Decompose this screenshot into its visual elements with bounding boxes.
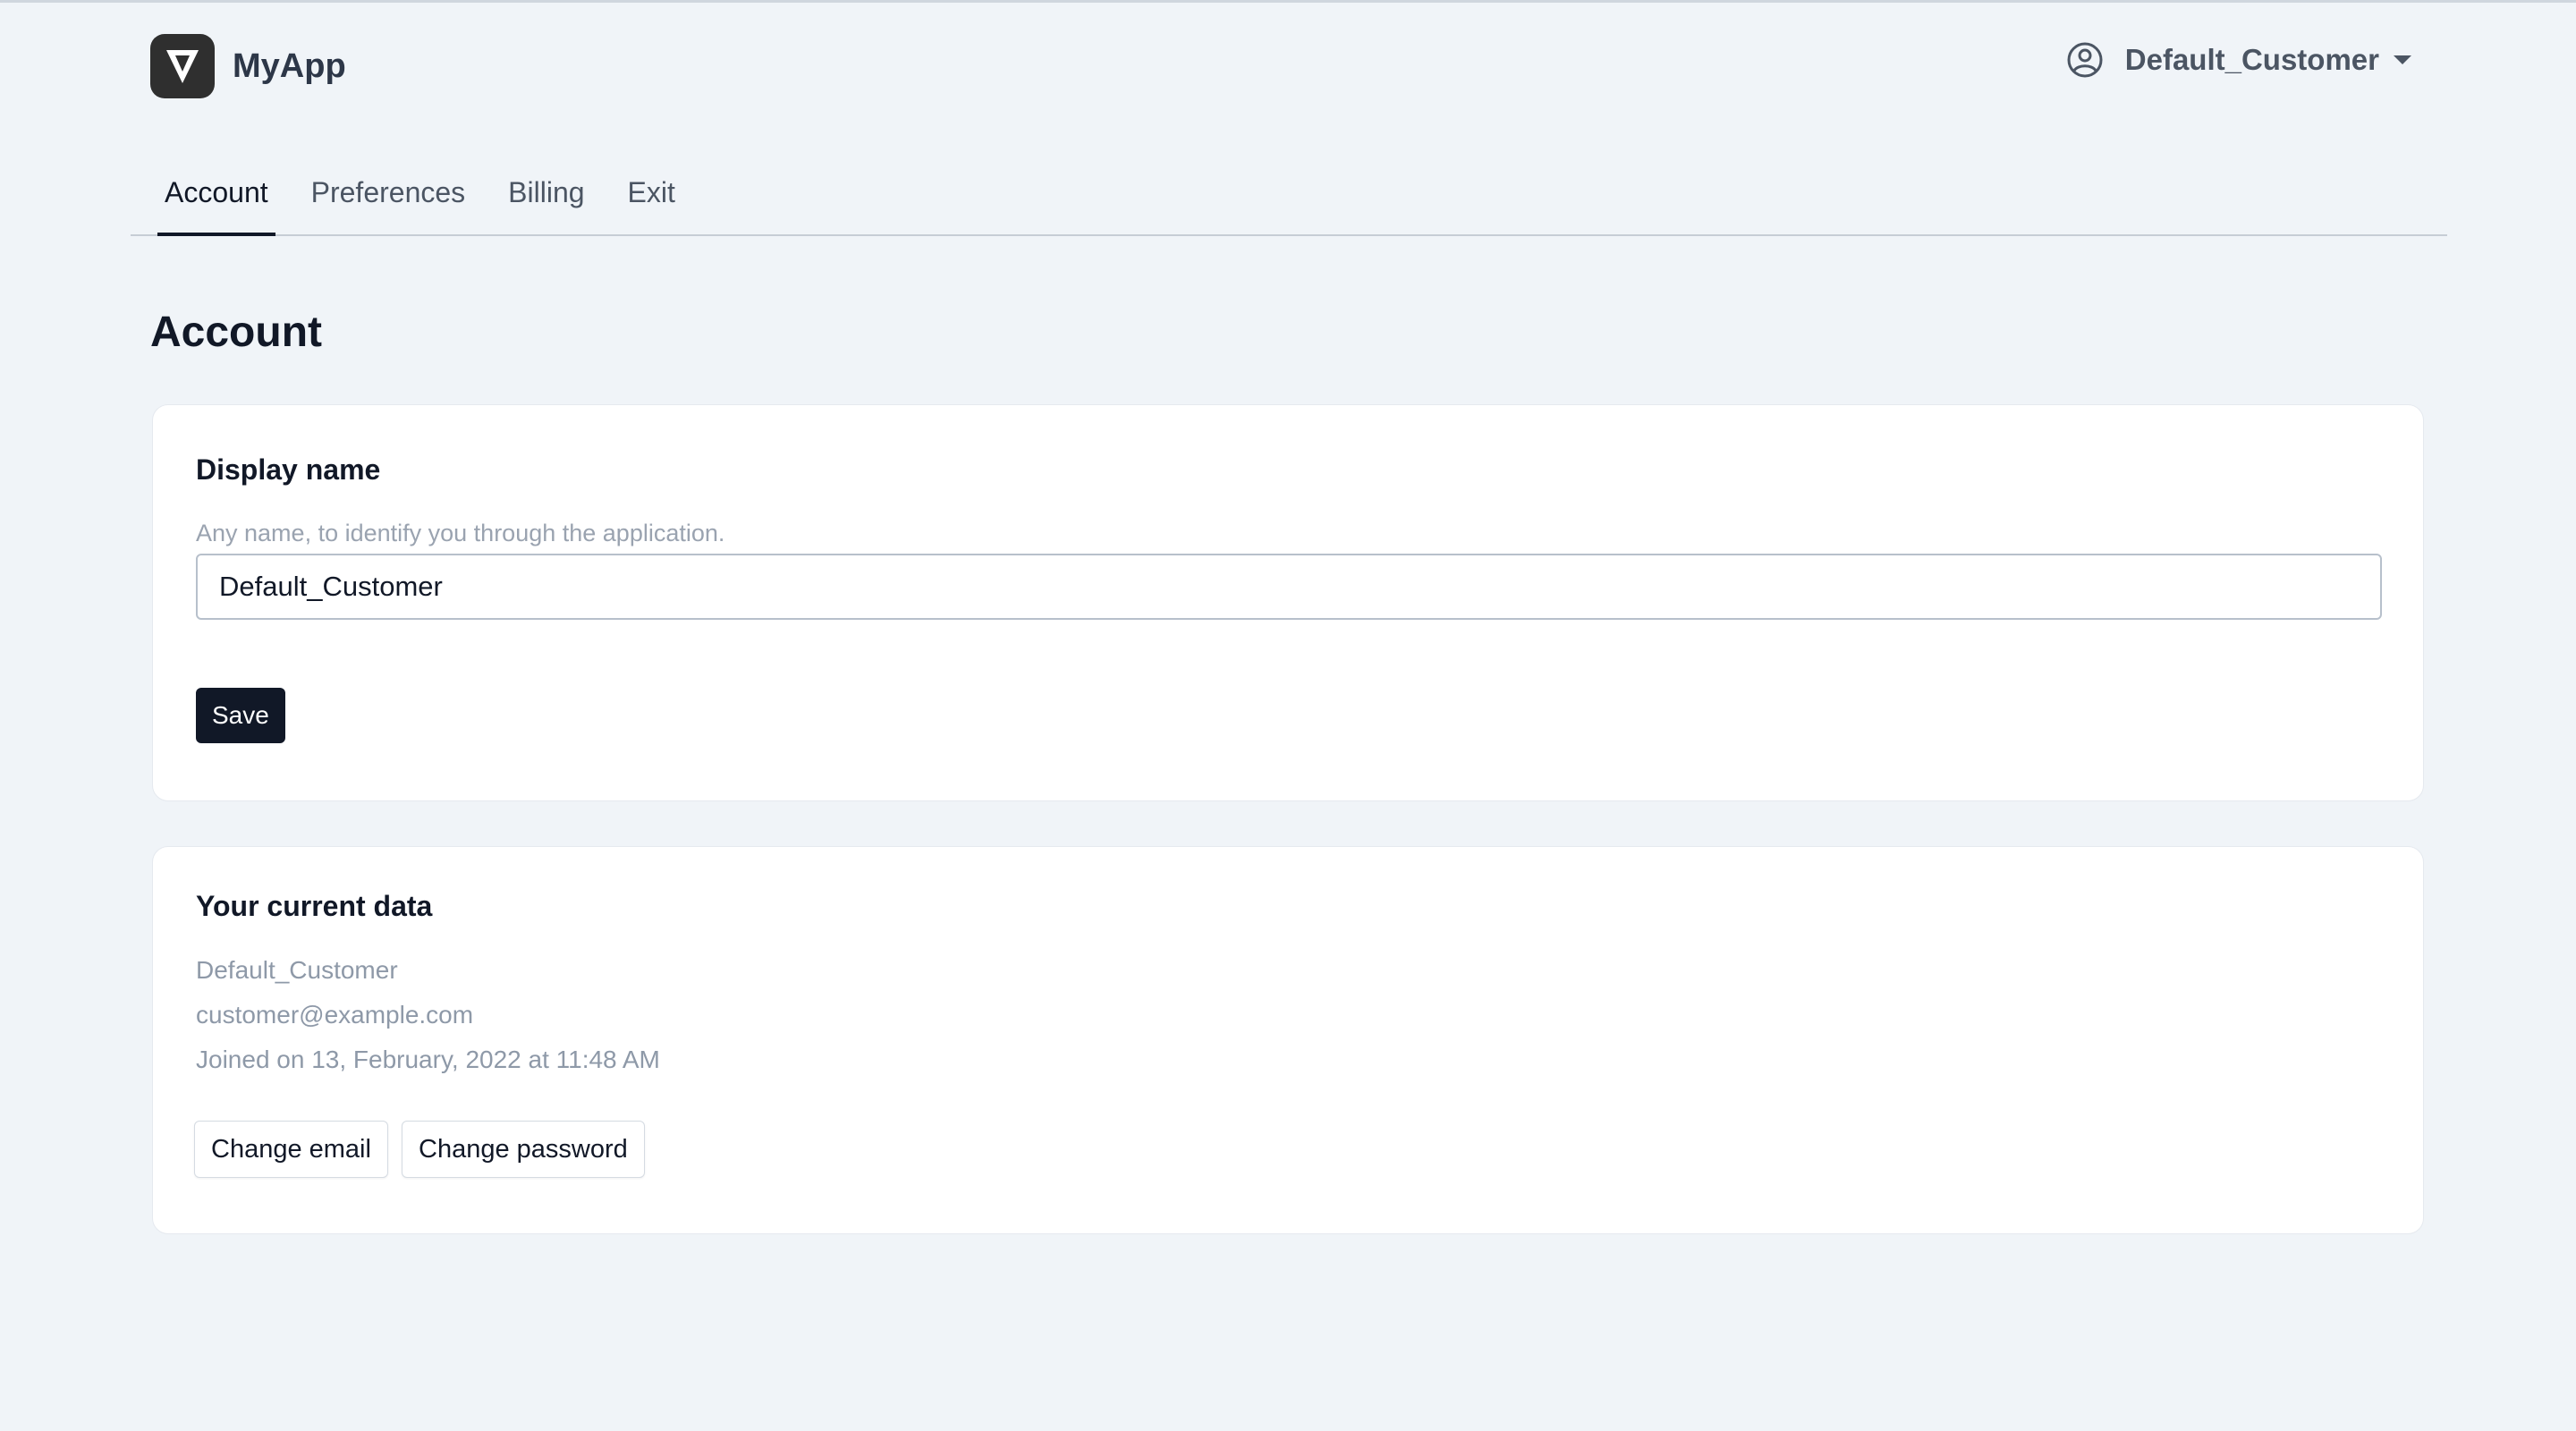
display-name-heading: Display name bbox=[196, 453, 381, 486]
change-password-button[interactable]: Change password bbox=[402, 1121, 645, 1178]
display-name-hint: Any name, to identify you through the ap… bbox=[196, 520, 725, 546]
display-name-input[interactable] bbox=[196, 554, 2382, 620]
user-menu-dropdown[interactable]: Default_Customer bbox=[2066, 41, 2411, 79]
tab-account[interactable]: Account bbox=[157, 150, 275, 236]
tab-preferences[interactable]: Preferences bbox=[311, 150, 466, 234]
current-email: customer@example.com bbox=[196, 1001, 474, 1029]
tab-exit[interactable]: Exit bbox=[628, 150, 675, 234]
change-email-button[interactable]: Change email bbox=[194, 1121, 388, 1178]
page-title: Account bbox=[150, 309, 322, 356]
save-button[interactable]: Save bbox=[196, 688, 285, 743]
user-circle-icon bbox=[2067, 42, 2103, 78]
current-data-heading: Your current data bbox=[196, 890, 433, 922]
tab-billing[interactable]: Billing bbox=[508, 150, 584, 234]
caret-down-icon bbox=[2394, 55, 2411, 64]
app-name: MyApp bbox=[233, 47, 346, 85]
brand[interactable]: MyApp bbox=[150, 34, 346, 98]
window-top-border bbox=[0, 0, 2576, 3]
current-data-card: Your current data Default_Customer custo… bbox=[152, 846, 2424, 1234]
current-username: Default_Customer bbox=[196, 956, 398, 984]
app-logo-icon bbox=[150, 34, 215, 98]
tab-bar: Account Preferences Billing Exit bbox=[131, 150, 2447, 236]
user-menu-username: Default_Customer bbox=[2124, 43, 2379, 76]
display-name-card: Display name Any name, to identify you t… bbox=[152, 404, 2424, 801]
joined-date: Joined on 13, February, 2022 at 11:48 AM bbox=[196, 1046, 660, 1073]
